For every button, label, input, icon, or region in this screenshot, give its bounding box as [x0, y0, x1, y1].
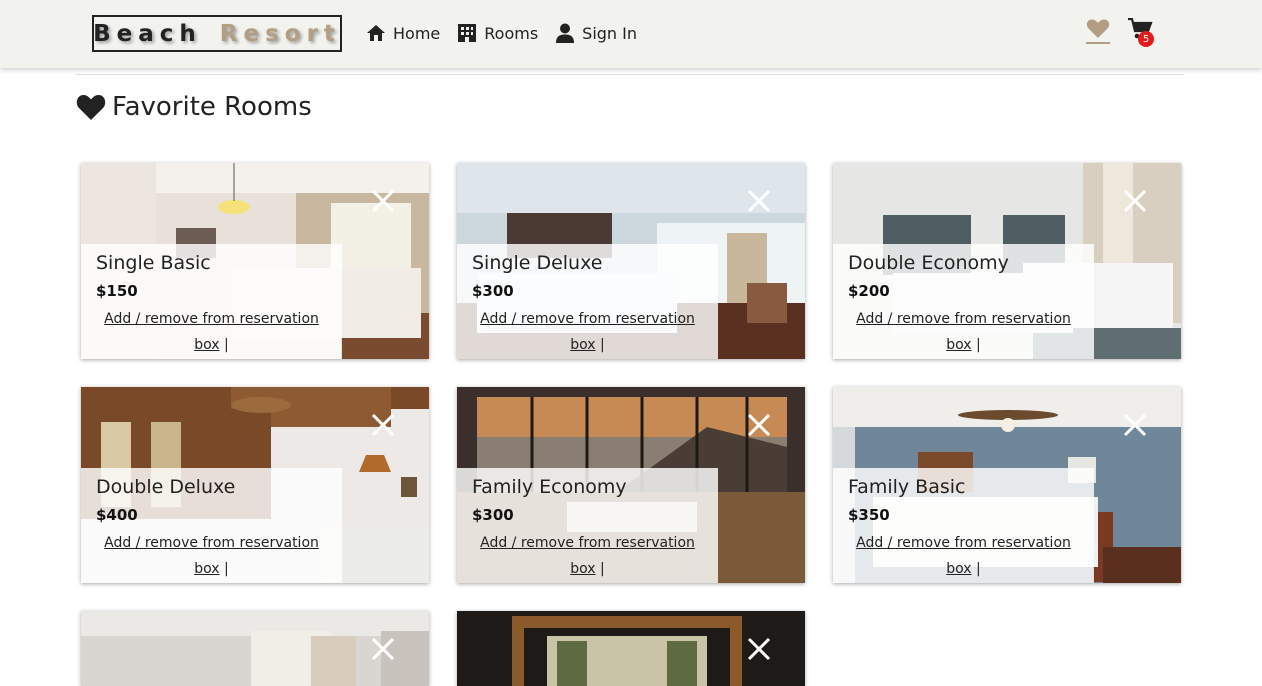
- nav-rooms-link[interactable]: Rooms: [456, 22, 538, 44]
- room-name: Single Deluxe: [472, 252, 603, 274]
- reservation-toggle-link-tail[interactable]: box: [570, 561, 595, 577]
- reservation-toggle-link[interactable]: Add / remove from reservation: [104, 535, 319, 551]
- room-price: $350: [848, 506, 890, 524]
- room-card[interactable]: [457, 611, 805, 686]
- reservation-toggle: Add / remove from reservation box |: [457, 306, 718, 358]
- nav-links: Home Rooms Sign In: [365, 22, 653, 44]
- heart-icon: [76, 95, 106, 120]
- cart-count-badge: 5: [1138, 31, 1154, 47]
- favorites-button[interactable]: [1086, 18, 1110, 44]
- nav-actions: 5: [1086, 17, 1166, 48]
- reservation-toggle-link-tail[interactable]: box: [946, 337, 971, 353]
- nav-rooms-label: Rooms: [484, 23, 539, 43]
- nav-home-label: Home: [393, 23, 441, 43]
- brand-word-beach: Beach: [93, 20, 202, 47]
- room-card-double-deluxe[interactable]: Double Deluxe $400 Add / remove from res…: [81, 387, 429, 583]
- divider: [76, 74, 1184, 75]
- reservation-toggle: Add / remove from reservation box |: [81, 530, 342, 582]
- room-price: $200: [848, 282, 890, 300]
- room-price: $300: [472, 506, 514, 524]
- reservation-toggle-link-tail[interactable]: box: [194, 337, 219, 353]
- nav-signin-label: Sign In: [582, 23, 637, 43]
- reservation-toggle-link-tail[interactable]: box: [946, 561, 971, 577]
- separator: |: [600, 337, 605, 353]
- reservation-toggle-link[interactable]: Add / remove from reservation: [480, 535, 695, 551]
- page-title-text: Favorite Rooms: [112, 92, 312, 122]
- reservation-toggle-link-tail[interactable]: box: [194, 561, 219, 577]
- room-name: Family Basic: [848, 476, 966, 498]
- reservation-toggle-link[interactable]: Add / remove from reservation: [856, 535, 1071, 551]
- nav-signin-link[interactable]: Sign In: [554, 22, 637, 44]
- room-price: $300: [472, 282, 514, 300]
- room-info-panel: Single Deluxe $300 Add / remove from res…: [457, 244, 718, 359]
- room-card-family-economy[interactable]: Family Economy $300 Add / remove from re…: [457, 387, 805, 583]
- user-icon: [554, 22, 576, 44]
- room-price: $400: [96, 506, 138, 524]
- close-icon[interactable]: [371, 189, 395, 213]
- separator: |: [224, 337, 229, 353]
- room-name: Family Economy: [472, 476, 627, 498]
- close-icon[interactable]: [1123, 189, 1147, 213]
- close-icon[interactable]: [1123, 413, 1147, 437]
- reservation-toggle: Add / remove from reservation box |: [833, 306, 1094, 358]
- room-name: Double Deluxe: [96, 476, 236, 498]
- reservation-toggle-link[interactable]: Add / remove from reservation: [480, 311, 695, 327]
- room-card[interactable]: [81, 611, 429, 686]
- page-title: Favorite Rooms: [76, 92, 312, 122]
- separator: |: [976, 561, 981, 577]
- room-info-panel: Single Basic $150 Add / remove from rese…: [81, 244, 342, 359]
- room-card-double-economy[interactable]: Double Economy $200 Add / remove from re…: [833, 163, 1181, 359]
- brand-logo[interactable]: Beach Resort: [92, 15, 342, 52]
- close-icon[interactable]: [747, 189, 771, 213]
- separator: |: [224, 561, 229, 577]
- room-name: Double Economy: [848, 252, 1009, 274]
- nav-home-link[interactable]: Home: [365, 22, 440, 44]
- reservation-toggle-link[interactable]: Add / remove from reservation: [104, 311, 319, 327]
- reservation-toggle: Add / remove from reservation box |: [833, 530, 1094, 582]
- room-info-panel: Family Economy $300 Add / remove from re…: [457, 468, 718, 583]
- room-price: $150: [96, 282, 138, 300]
- close-icon[interactable]: [747, 413, 771, 437]
- home-icon: [365, 22, 387, 44]
- heart-icon: [1086, 19, 1110, 38]
- hotel-icon: [456, 22, 478, 44]
- separator: |: [976, 337, 981, 353]
- close-icon[interactable]: [747, 637, 771, 661]
- room-info-panel: Family Basic $350 Add / remove from rese…: [833, 468, 1094, 583]
- close-icon[interactable]: [371, 413, 395, 437]
- favorites-active-underline: [1086, 42, 1110, 44]
- room-info-panel: Double Economy $200 Add / remove from re…: [833, 244, 1094, 359]
- reservation-toggle: Add / remove from reservation box |: [457, 530, 718, 582]
- reservation-toggle-link[interactable]: Add / remove from reservation: [856, 311, 1071, 327]
- separator: |: [600, 561, 605, 577]
- cart-button[interactable]: 5: [1128, 17, 1156, 48]
- brand-word-resort: Resort: [219, 20, 341, 47]
- room-card-single-deluxe[interactable]: Single Deluxe $300 Add / remove from res…: [457, 163, 805, 359]
- room-name: Single Basic: [96, 252, 211, 274]
- reservation-toggle-link-tail[interactable]: box: [570, 337, 595, 353]
- close-icon[interactable]: [371, 637, 395, 661]
- room-card-single-basic[interactable]: Single Basic $150 Add / remove from rese…: [81, 163, 429, 359]
- room-card-family-basic[interactable]: Family Basic $350 Add / remove from rese…: [833, 387, 1181, 583]
- reservation-toggle: Add / remove from reservation box |: [81, 306, 342, 358]
- room-info-panel: Double Deluxe $400 Add / remove from res…: [81, 468, 342, 583]
- navbar: Beach Resort Home Rooms Sign In 5: [0, 0, 1262, 68]
